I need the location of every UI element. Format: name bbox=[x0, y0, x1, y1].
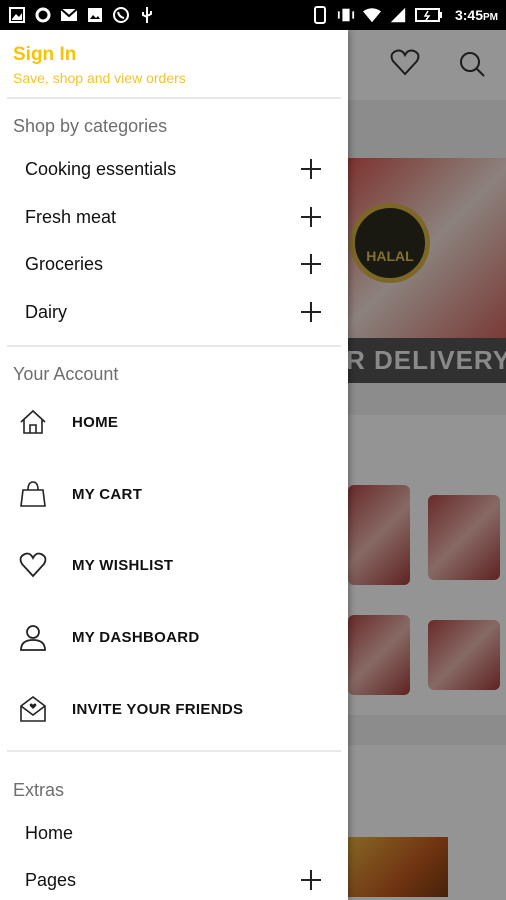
divider bbox=[7, 97, 341, 99]
battery-icon bbox=[414, 6, 443, 24]
mail-icon bbox=[60, 6, 78, 24]
wifi-icon bbox=[362, 6, 381, 24]
status-bar-notifications bbox=[8, 6, 156, 24]
extras-item-pages[interactable]: Pages bbox=[0, 856, 348, 900]
extras-item-home[interactable]: Home bbox=[0, 809, 348, 857]
category-item-fresh-meat[interactable]: Fresh meat bbox=[0, 193, 348, 241]
gallery-icon bbox=[8, 6, 26, 24]
account-item-invite[interactable]: INVITE YOUR FRIENDS bbox=[0, 679, 348, 739]
account-item-label: MY DASHBOARD bbox=[72, 628, 200, 646]
account-item-cart[interactable]: MY CART bbox=[0, 464, 348, 524]
sign-in-title[interactable]: Sign In bbox=[13, 44, 186, 66]
extras-item-label: Pages bbox=[25, 869, 77, 890]
expand-plus-icon[interactable] bbox=[300, 301, 322, 323]
expand-plus-icon[interactable] bbox=[300, 158, 322, 180]
category-item-dairy[interactable]: Dairy bbox=[0, 288, 348, 336]
phone-icon bbox=[311, 6, 329, 24]
category-label: Fresh meat bbox=[25, 206, 117, 227]
account-item-dashboard[interactable]: MY DASHBOARD bbox=[0, 607, 348, 667]
category-label: Dairy bbox=[25, 301, 68, 322]
account-item-wishlist[interactable]: MY WISHLIST bbox=[0, 535, 348, 595]
account-item-label: MY WISHLIST bbox=[72, 556, 174, 574]
shopping-bag-icon bbox=[18, 479, 48, 509]
account-section-title: Your Account bbox=[13, 364, 119, 384]
image-icon bbox=[86, 6, 104, 24]
divider bbox=[7, 345, 341, 347]
status-bar: 3:45PM bbox=[0, 0, 506, 30]
account-item-label: INVITE YOUR FRIENDS bbox=[72, 700, 244, 718]
expand-plus-icon[interactable] bbox=[300, 869, 322, 891]
expand-plus-icon[interactable] bbox=[300, 206, 322, 228]
vibrate-icon bbox=[337, 6, 355, 24]
divider bbox=[7, 750, 341, 752]
account-item-label: HOME bbox=[72, 413, 119, 431]
invite-envelope-icon bbox=[18, 694, 48, 724]
home-icon bbox=[18, 407, 48, 437]
categories-section-title: Shop by categories bbox=[13, 116, 168, 136]
category-item-groceries[interactable]: Groceries bbox=[0, 240, 348, 288]
signal-icon bbox=[389, 6, 407, 24]
status-bar-system: 3:45PM bbox=[311, 6, 498, 24]
extras-section-title: Extras bbox=[13, 780, 65, 800]
heart-icon bbox=[18, 550, 48, 580]
user-icon bbox=[18, 622, 48, 652]
extras-item-label: Home bbox=[25, 822, 74, 843]
sign-in-header[interactable]: Sign In Save, shop and view orders bbox=[13, 44, 186, 86]
usb-icon bbox=[138, 6, 156, 24]
category-label: Groceries bbox=[25, 253, 104, 274]
category-item-cooking-essentials[interactable]: Cooking essentials bbox=[0, 145, 348, 193]
whatsapp-icon bbox=[112, 6, 130, 24]
navigation-drawer: Sign In Save, shop and view orders Shop … bbox=[0, 30, 348, 900]
sign-in-subtitle: Save, shop and view orders bbox=[13, 70, 186, 86]
expand-plus-icon[interactable] bbox=[300, 253, 322, 275]
status-time: 3:45PM bbox=[454, 7, 498, 23]
account-item-label: MY CART bbox=[72, 485, 143, 503]
category-label: Cooking essentials bbox=[25, 158, 177, 179]
account-item-home[interactable]: HOME bbox=[0, 392, 348, 452]
circle-app-icon bbox=[34, 6, 52, 24]
